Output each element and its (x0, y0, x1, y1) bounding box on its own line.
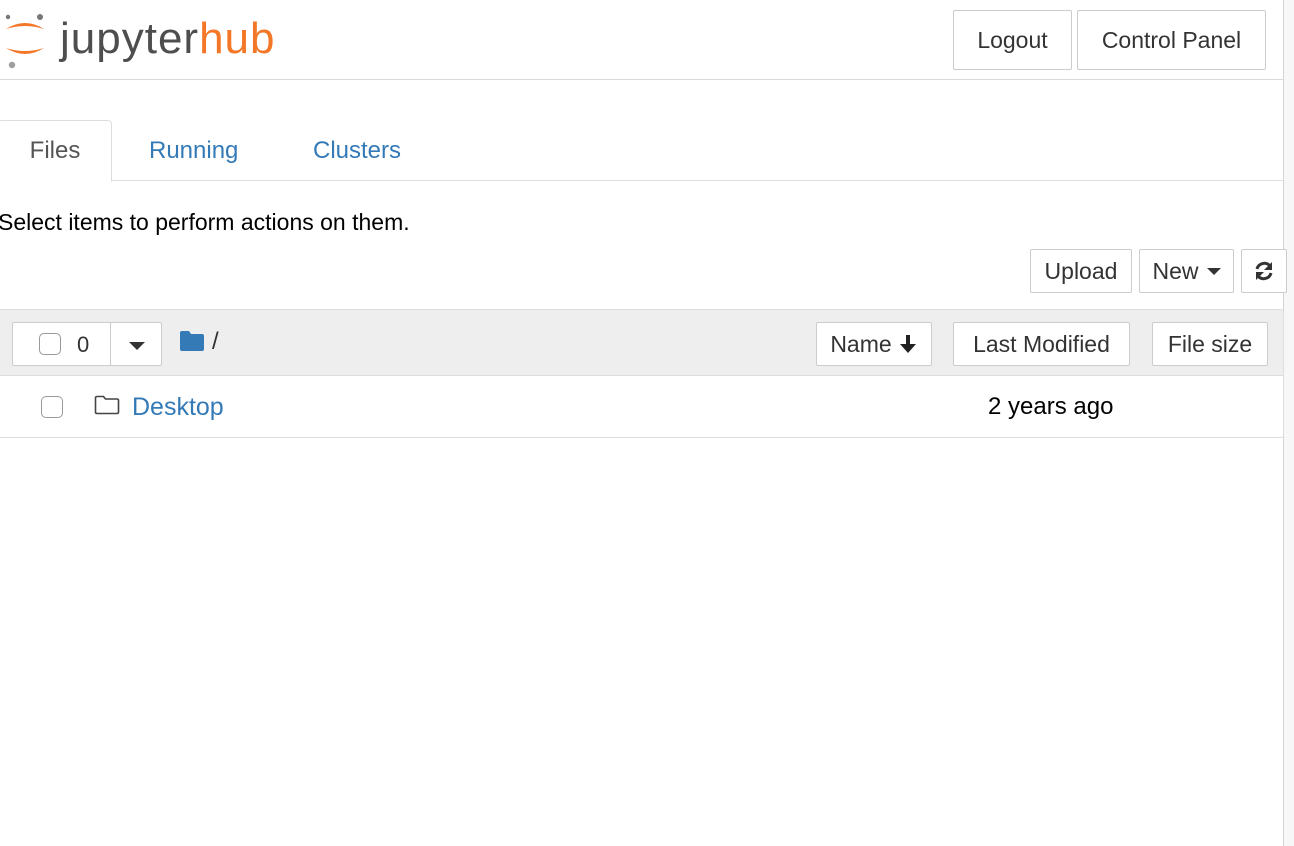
folder-outline-icon (94, 395, 120, 415)
control-panel-button[interactable]: Control Panel (1077, 10, 1266, 70)
select-divider (110, 323, 111, 365)
top-header: jupyterhub Logout Control Panel (0, 0, 1283, 80)
arrow-down-icon (899, 335, 916, 353)
jupyter-logo-icon (5, 14, 44, 69)
new-button-label: New (1152, 257, 1199, 284)
tab-clusters[interactable]: Clusters (313, 120, 401, 181)
new-dropdown-button[interactable]: New (1139, 249, 1234, 293)
sort-file-size-button[interactable]: File size (1152, 322, 1268, 366)
tab-running[interactable]: Running (149, 120, 238, 181)
select-all-checkbox[interactable] (39, 333, 61, 355)
item-modified: 2 years ago (988, 393, 1114, 420)
sort-name-button[interactable]: Name (816, 322, 932, 366)
refresh-button[interactable] (1241, 249, 1287, 293)
refresh-icon (1255, 261, 1273, 281)
logout-button[interactable]: Logout (953, 10, 1072, 70)
upload-button[interactable]: Upload (1030, 249, 1132, 293)
logo-text-jupyter: jupyter (60, 14, 200, 63)
sort-last-modified-button[interactable]: Last Modified (953, 322, 1130, 366)
tab-bar: Files Running Clusters (0, 120, 1283, 182)
logo-wordmark: jupyterhub (60, 17, 276, 61)
sort-name-label: Name (830, 330, 892, 357)
tab-files[interactable]: Files (0, 120, 112, 182)
item-name-link[interactable]: Desktop (132, 393, 224, 422)
item-checkbox[interactable] (41, 396, 63, 418)
select-menu-caret-icon[interactable] (129, 342, 145, 350)
breadcrumb-path[interactable]: / (212, 328, 219, 356)
selection-hint: Select items to perform actions on them. (0, 209, 410, 235)
selected-count: 0 (77, 332, 90, 357)
folder-icon[interactable] (179, 330, 205, 352)
jupyterhub-logo[interactable]: jupyterhub (0, 8, 300, 70)
caret-down-icon (1206, 267, 1221, 275)
page-scrollbar[interactable] (1283, 0, 1294, 846)
logo-text-hub: hub (199, 14, 276, 63)
select-all-group[interactable]: 0 (12, 322, 162, 366)
